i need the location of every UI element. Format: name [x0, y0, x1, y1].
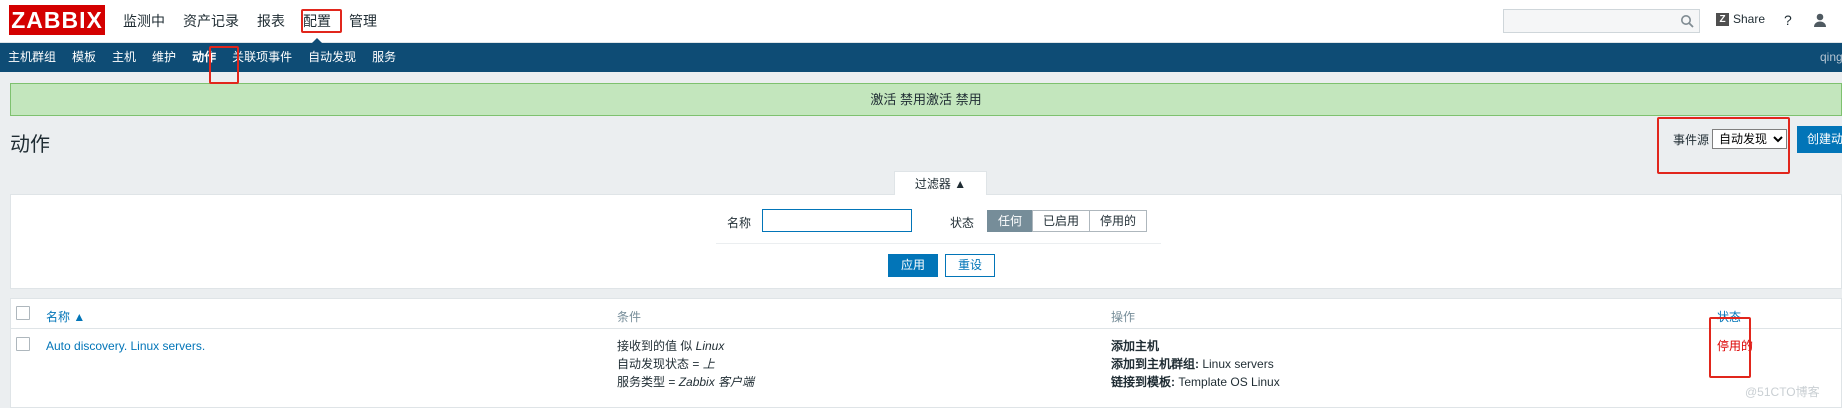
action-name-link[interactable]: Auto discovery. Linux servers. [46, 339, 205, 353]
status-option-any[interactable]: 任何 [987, 210, 1034, 232]
main-menu-monitoring[interactable]: 监测中 [114, 0, 174, 43]
apply-button[interactable]: 应用 [888, 254, 939, 277]
operation-value: Template OS Linux [1178, 375, 1280, 389]
condition-line: 自动发现状态 = 上 [617, 355, 754, 373]
watermark: @51CTO博客 [1745, 385, 1820, 399]
event-source-control: 事件源 自动发现 [1673, 129, 1788, 149]
success-message: 激活 禁用激活 禁用 [10, 83, 1842, 116]
user-profile-icon[interactable] [1812, 12, 1828, 28]
condition-key: 服务类型 = [617, 375, 679, 389]
sub-menu-user-label: qing [1820, 50, 1842, 64]
condition-value: 上 [702, 357, 715, 371]
table-row-operations: 添加主机 添加到主机群组: Linux servers 链接到模板: Templ… [1111, 337, 1280, 391]
sub-menu-maintenance[interactable]: 维护 [144, 43, 184, 72]
sub-menu: 主机群组 模板 主机 维护 动作 关联项事件 自动发现 服务 [0, 43, 1842, 72]
sub-menu-hosts[interactable]: 主机 [104, 43, 144, 72]
search-icon[interactable] [1680, 14, 1694, 28]
operation-line: 添加到主机群组: Linux servers [1111, 355, 1280, 373]
reset-button[interactable]: 重设 [945, 254, 996, 277]
zabbix-share-icon: Z [1716, 12, 1729, 26]
share-button[interactable]: Z Share [1716, 12, 1765, 26]
zabbix-logo[interactable]: ZABBIX [9, 5, 105, 35]
table-row-conditions: 接收到的值 似 Linux 自动发现状态 = 上 服务类型 = Zabbix 客… [617, 337, 754, 391]
row-checkbox[interactable] [16, 337, 30, 351]
top-bar: ZABBIX 监测中 资产记录 报表 配置 管理 Z Share ? [0, 0, 1842, 44]
operation-line: 添加主机 [1111, 337, 1280, 355]
column-header-conditions: 条件 [617, 310, 642, 324]
condition-value: Zabbix 客户端 [678, 375, 755, 389]
sub-menu-bar: 主机群组 模板 主机 维护 动作 关联项事件 自动发现 服务 qing [0, 43, 1842, 72]
operation-key: 添加到主机群组: [1111, 357, 1203, 371]
create-action-button[interactable]: 创建动作 [1797, 126, 1842, 153]
sub-menu-event-correlation[interactable]: 关联项事件 [224, 43, 300, 72]
main-menu: 监测中 资产记录 报表 配置 管理 [114, 0, 386, 44]
sub-menu-discovery[interactable]: 自动发现 [300, 43, 364, 72]
select-all-checkbox[interactable] [16, 306, 30, 320]
main-menu-inventory[interactable]: 资产记录 [174, 0, 248, 43]
condition-key: 自动发现状态 = [617, 357, 703, 371]
filter-divider [716, 243, 1161, 244]
sub-menu-host-groups[interactable]: 主机群组 [0, 43, 64, 72]
filter-status-label: 状态 [950, 216, 975, 230]
operation-line: 链接到模板: Template OS Linux [1111, 373, 1280, 391]
condition-value: Linux [695, 339, 725, 353]
status-option-enabled[interactable]: 已启用 [1032, 210, 1091, 232]
filter-status-toggle: 任何 已启用 停用的 [987, 210, 1148, 232]
operation-key: 链接到模板: [1111, 375, 1179, 389]
share-label: Share [1733, 12, 1766, 26]
filter-tab[interactable]: 过滤器 ▲ [894, 171, 987, 195]
sub-menu-templates[interactable]: 模板 [64, 43, 104, 72]
help-icon[interactable]: ? [1784, 12, 1792, 28]
column-header-name[interactable]: 名称 ▲ [46, 308, 85, 325]
event-source-select[interactable]: 自动发现 [1712, 129, 1788, 149]
sub-menu-services[interactable]: 服务 [364, 43, 404, 72]
operation-value: Linux servers [1202, 357, 1274, 371]
condition-line: 接收到的值 似 Linux [617, 337, 754, 355]
search-input[interactable] [1503, 9, 1700, 33]
column-header-status[interactable]: 状态 [1717, 308, 1741, 325]
main-menu-reports[interactable]: 报表 [248, 0, 294, 43]
page-title: 动作 [10, 134, 50, 156]
sub-menu-actions[interactable]: 动作 [184, 43, 224, 72]
status-toggle-link[interactable]: 停用的 [1717, 337, 1753, 355]
column-header-operations: 操作 [1111, 310, 1136, 324]
status-option-disabled[interactable]: 停用的 [1089, 210, 1148, 232]
condition-key: 接收到的值 似 [617, 339, 696, 353]
table-row-name: Auto discovery. Linux servers. [46, 337, 205, 355]
operation-key: 添加主机 [1111, 339, 1160, 353]
actions-table [10, 298, 1842, 408]
main-menu-administration[interactable]: 管理 [340, 0, 386, 43]
event-source-label: 事件源 [1673, 132, 1710, 147]
filter-name-input[interactable] [762, 209, 912, 232]
condition-line: 服务类型 = Zabbix 客户端 [617, 373, 754, 391]
table-header-divider [10, 328, 1842, 329]
main-menu-configuration[interactable]: 配置 [294, 0, 340, 44]
filter-name-label: 名称 [727, 216, 752, 230]
